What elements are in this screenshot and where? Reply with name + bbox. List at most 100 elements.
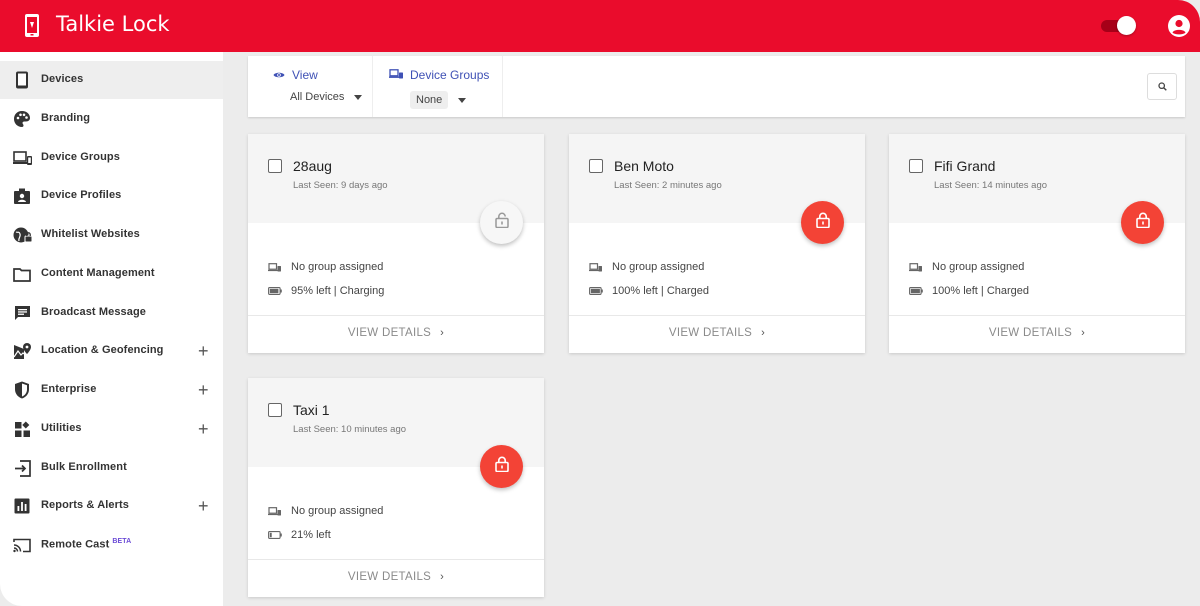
- lock-button[interactable]: [1121, 201, 1164, 244]
- sidebar-item-reports-alerts[interactable]: Reports & Alerts +: [0, 487, 223, 525]
- device-select-checkbox[interactable]: [589, 159, 603, 173]
- device-group-row: No group assigned: [268, 261, 383, 273]
- device-name: Taxi 1: [293, 402, 330, 418]
- battery-status-text: 21% left: [291, 529, 331, 541]
- last-seen-text: Last Seen: 14 minutes ago: [934, 180, 1048, 191]
- view-filter-header: View: [273, 68, 318, 82]
- view-details-button[interactable]: VIEW DETAILS ›: [889, 327, 1185, 339]
- device-group-row: No group assigned: [909, 261, 1024, 273]
- last-seen-text: Last Seen: 9 days ago: [293, 180, 388, 191]
- sidebar-item-enterprise[interactable]: Enterprise +: [0, 371, 223, 409]
- cast-icon: [12, 535, 32, 555]
- device-groups-filter-header: Device Groups: [389, 68, 489, 82]
- battery-row: 21% left: [268, 529, 331, 541]
- lock-button[interactable]: [801, 201, 844, 244]
- expand-plus-icon[interactable]: +: [198, 380, 209, 401]
- view-details-button[interactable]: VIEW DETAILS ›: [248, 327, 544, 339]
- app-logo-icon: [22, 13, 42, 38]
- chart-icon: [12, 496, 32, 516]
- device-select-checkbox[interactable]: [268, 403, 282, 417]
- devices-icon: [12, 148, 32, 168]
- devices-icon: [909, 262, 923, 272]
- device-group-text: No group assigned: [291, 261, 384, 273]
- devices-icon: [268, 262, 282, 272]
- view-select[interactable]: All Devices: [290, 91, 363, 103]
- device-group-row: No group assigned: [268, 505, 383, 517]
- chevron-right-icon: ›: [440, 327, 445, 339]
- lock-icon: [494, 456, 509, 477]
- dropdown-caret-icon: [458, 97, 467, 103]
- view-details-button[interactable]: VIEW DETAILS ›: [569, 327, 865, 339]
- device-card: Fifi Grand Last Seen: 14 minutes ago No …: [889, 134, 1185, 353]
- app-title: Talkie Lock: [56, 12, 170, 36]
- battery-row: 100% left | Charged: [589, 285, 709, 297]
- battery-icon: [589, 286, 603, 296]
- sidebar: Devices Branding Device Groups Device Pr…: [0, 52, 223, 606]
- expand-plus-icon[interactable]: +: [198, 341, 209, 362]
- sidebar-item-devices[interactable]: Devices: [0, 61, 223, 99]
- map-icon: [12, 341, 32, 361]
- shield-icon: [12, 380, 32, 400]
- device-groups-select[interactable]: None: [410, 91, 467, 109]
- devices-icon: [268, 506, 282, 516]
- sidebar-item-broadcast-message[interactable]: Broadcast Message: [0, 294, 223, 332]
- dropdown-caret-icon: [354, 94, 363, 100]
- device-group-text: No group assigned: [612, 261, 705, 273]
- battery-icon: [268, 530, 282, 540]
- sidebar-item-content-management[interactable]: Content Management: [0, 255, 223, 293]
- battery-status-text: 100% left | Charged: [932, 285, 1030, 297]
- devices-icon: [389, 68, 403, 82]
- device-select-checkbox[interactable]: [268, 159, 282, 173]
- devices-icon: [589, 262, 603, 272]
- search-button[interactable]: [1147, 73, 1177, 100]
- folder-icon: [12, 264, 32, 284]
- lock-icon: [494, 212, 509, 233]
- eye-icon: [273, 68, 285, 82]
- last-seen-text: Last Seen: 10 minutes ago: [293, 424, 407, 435]
- device-name: Fifi Grand: [934, 158, 996, 174]
- view-details-button[interactable]: VIEW DETAILS ›: [248, 571, 544, 583]
- widgets-icon: [12, 419, 32, 439]
- chevron-right-icon: ›: [440, 571, 445, 583]
- app-bar: Talkie Lock: [0, 0, 1200, 52]
- last-seen-text: Last Seen: 2 minutes ago: [614, 180, 722, 191]
- device-card: Taxi 1 Last Seen: 10 minutes ago No grou…: [248, 378, 544, 597]
- theme-toggle[interactable]: [1101, 16, 1137, 35]
- sidebar-item-whitelist-websites[interactable]: Whitelist Websites: [0, 216, 223, 254]
- sidebar-item-remote-cast[interactable]: Remote Cast BETA: [0, 526, 223, 564]
- device-name: 28aug: [293, 158, 332, 174]
- beta-badge: BETA: [112, 538, 132, 545]
- palette-icon: [12, 109, 32, 129]
- device-group-text: No group assigned: [932, 261, 1025, 273]
- lock-button[interactable]: [480, 445, 523, 488]
- device-group-text: No group assigned: [291, 505, 384, 517]
- battery-icon: [268, 286, 282, 296]
- sidebar-item-utilities[interactable]: Utilities +: [0, 410, 223, 448]
- device-card: 28aug Last Seen: 9 days ago No group ass…: [248, 134, 544, 353]
- battery-row: 100% left | Charged: [909, 285, 1029, 297]
- sidebar-item-location-geofencing[interactable]: Location & Geofencing +: [0, 332, 223, 370]
- lock-button[interactable]: [480, 201, 523, 244]
- expand-plus-icon[interactable]: +: [198, 419, 209, 440]
- chevron-right-icon: ›: [761, 327, 766, 339]
- battery-row: 95% left | Charging: [268, 285, 384, 297]
- device-select-checkbox[interactable]: [909, 159, 923, 173]
- battery-status-text: 100% left | Charged: [612, 285, 710, 297]
- sidebar-item-device-profiles[interactable]: Device Profiles: [0, 177, 223, 215]
- globe-lock-icon: [12, 225, 32, 245]
- search-icon: [1157, 78, 1167, 96]
- expand-plus-icon[interactable]: +: [198, 496, 209, 517]
- enroll-icon: [12, 458, 32, 478]
- phone-icon: [12, 70, 32, 90]
- battery-status-text: 95% left | Charging: [291, 285, 385, 297]
- message-icon: [12, 303, 32, 323]
- filter-toolbar: View All Devices Device Groups None: [248, 56, 1185, 117]
- account-icon[interactable]: [1167, 14, 1191, 38]
- device-group-row: No group assigned: [589, 261, 704, 273]
- sidebar-item-label: Remote Cast: [41, 538, 110, 551]
- battery-icon: [909, 286, 923, 296]
- device-name: Ben Moto: [614, 158, 674, 174]
- sidebar-item-device-groups[interactable]: Device Groups: [0, 139, 223, 177]
- sidebar-item-bulk-enrollment[interactable]: Bulk Enrollment: [0, 449, 223, 487]
- sidebar-item-branding[interactable]: Branding: [0, 100, 223, 138]
